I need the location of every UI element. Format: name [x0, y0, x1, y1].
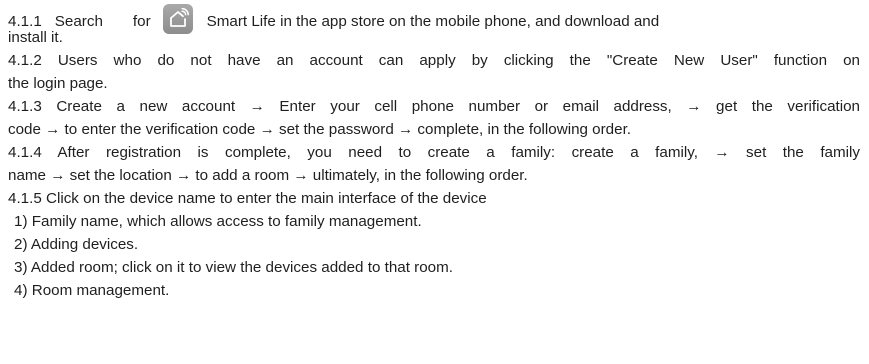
section-4-1-5-heading: 4.1.5 Click on the device name to enter …	[8, 190, 487, 207]
text-after-icon: Smart Life in the app store on the mobil…	[206, 13, 660, 30]
word-for: for	[132, 13, 151, 30]
section-4-1-1-line2: install it.	[8, 29, 63, 46]
list-item: 4) Room management.	[14, 282, 170, 299]
section-4-1-1-line1: 4.1.1 Search for Smart Life in the app sto…	[8, 4, 659, 34]
list-item: 2) Adding devices.	[14, 236, 139, 253]
section-4-1-2-line1: 4.1.2 Users who do not have an account c…	[8, 52, 860, 69]
section-4-1-3-line2: code → to enter the verification code → …	[8, 121, 632, 138]
smart-life-app-icon	[162, 4, 193, 34]
section-4-1-3-line1: 4.1.3 Create a new account → Enter your …	[8, 98, 860, 115]
section-4-1-4-line2: name → set the location → to add a room …	[8, 167, 528, 184]
list-item: 1) Family name, which allows access to f…	[14, 213, 422, 230]
section-4-1-4-line1: 4.1.4 After registration is complete, yo…	[8, 144, 860, 161]
document-page: 4.1.1 Search for Smart Life in the app sto…	[0, 0, 869, 364]
home-wifi-icon	[169, 7, 189, 27]
section-4-1-2-line2: the login page.	[8, 75, 108, 92]
list-item: 3) Added room; click on it to view the d…	[14, 259, 453, 276]
